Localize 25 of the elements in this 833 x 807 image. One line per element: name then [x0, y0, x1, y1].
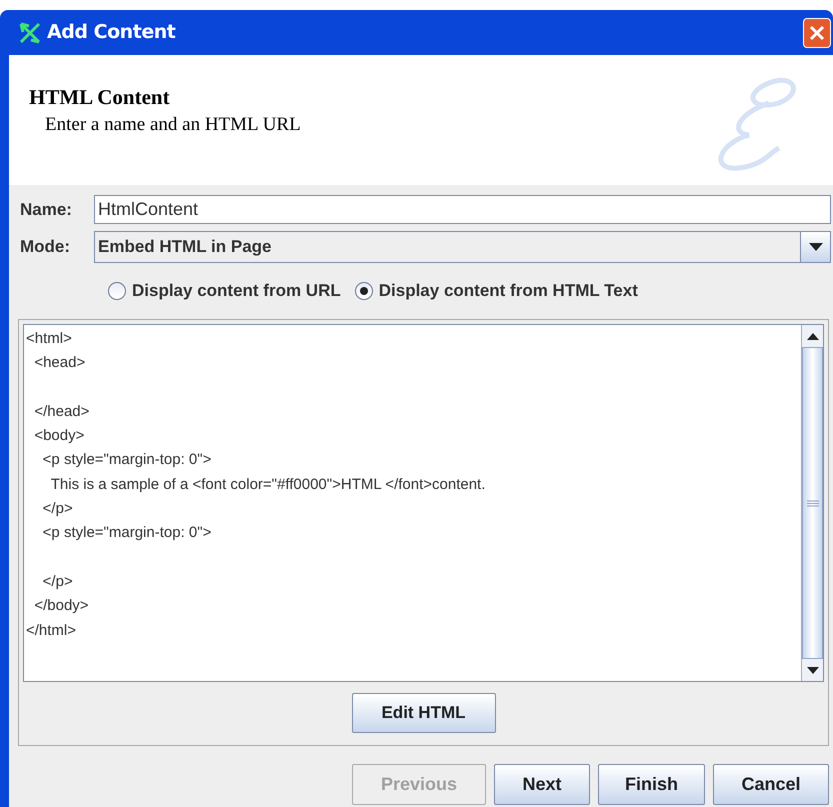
up-arrow-icon — [806, 332, 818, 340]
radio-option[interactable]: Display content from HTML Text — [354, 278, 638, 304]
radio-button[interactable] — [108, 282, 126, 300]
grip-icon — [806, 500, 818, 506]
edit-html-button[interactable]: Edit HTML — [352, 693, 496, 733]
wizard-button[interactable]: Next — [494, 764, 590, 805]
wizard-button[interactable]: Finish — [598, 764, 705, 805]
app-icon — [19, 22, 41, 44]
close-icon — [809, 24, 825, 40]
mode-label: Mode: — [20, 236, 72, 258]
name-field[interactable]: HtmlContent — [94, 195, 831, 224]
scroll-down-button[interactable] — [802, 659, 823, 681]
mode-dropdown[interactable]: Embed HTML in Page — [94, 231, 831, 263]
wizard-button[interactable]: Cancel — [713, 764, 829, 805]
radio-button[interactable] — [354, 282, 373, 300]
close-button[interactable] — [803, 18, 831, 48]
dropdown-caret-icon — [808, 243, 822, 251]
scroll-up-button[interactable] — [802, 325, 823, 347]
banner-subtitle: Enter a name and an HTML URL — [44, 113, 302, 137]
name-label: Name: — [20, 198, 73, 221]
banner-title: HTML Content — [29, 85, 171, 109]
radio-option[interactable]: Display content from URL — [108, 278, 341, 304]
window-title: Add Content — [47, 20, 176, 46]
down-arrow-icon — [806, 666, 818, 674]
scroll-thumb[interactable] — [802, 347, 823, 659]
